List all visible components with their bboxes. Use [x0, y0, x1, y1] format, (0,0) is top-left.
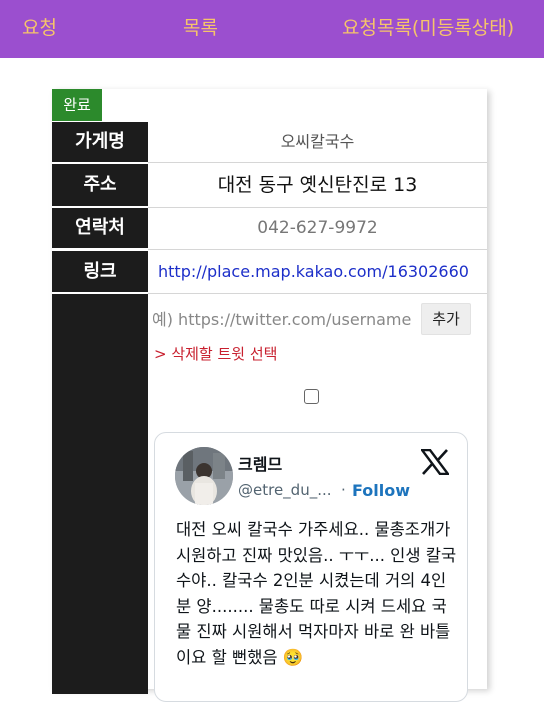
handle-separator: · [341, 481, 346, 499]
delete-tweet-prompt: > 삭제할 트윗 선택 [154, 345, 278, 363]
nav-list-link[interactable]: 목록 [183, 13, 218, 40]
address-label: 주소 [52, 164, 148, 206]
follow-button[interactable]: Follow [352, 481, 410, 500]
tweet-select-checkbox[interactable] [304, 389, 319, 404]
tweet-url-input[interactable] [152, 304, 414, 334]
row-divider [148, 249, 487, 250]
row-divider [148, 162, 487, 163]
phone-value: 042-627-9972 [257, 218, 378, 238]
x-logo-icon[interactable] [419, 448, 451, 476]
address-value: 대전 동구 옛신탄진로 13 [217, 174, 418, 196]
status-badge: 완료 [52, 89, 102, 121]
add-tweet-button[interactable]: 추가 [421, 303, 471, 335]
map-link[interactable]: http://place.map.kakao.com/16302660 [148, 251, 487, 292]
twitter-section-label-column [52, 294, 148, 694]
tweet-author-handle[interactable]: @etre_du_... [238, 481, 332, 499]
store-card: 완료 가게명 오씨칼국수 주소 대전 동구 옛신탄진로 13 연락처 042-6… [52, 89, 487, 702]
store-name-label: 가게명 [52, 122, 148, 162]
nav-request-list-unregistered-link[interactable]: 요청목록(미등록상태) [342, 13, 514, 40]
tweet-author-name[interactable]: 크렘므 [238, 451, 282, 475]
nav-request-link[interactable]: 요청 [22, 13, 57, 40]
top-nav: 요청 목록 요청목록(미등록상태) [0, 0, 544, 58]
phone-label: 연락처 [52, 208, 148, 248]
embedded-tweet[interactable]: 크렘므 @etre_du_... · Follow 대전 오씨 칼국수 가주세요… [154, 432, 468, 702]
row-divider [148, 293, 487, 294]
user-avatar[interactable] [175, 447, 233, 505]
store-name-value: 오씨칼국수 [280, 132, 355, 151]
link-label: 링크 [52, 251, 148, 292]
tweet-body-text: 대전 오씨 칼국수 가주세요.. 물총조개가 시원하고 진짜 맛있음.. ㅜㅜ.… [176, 520, 457, 667]
